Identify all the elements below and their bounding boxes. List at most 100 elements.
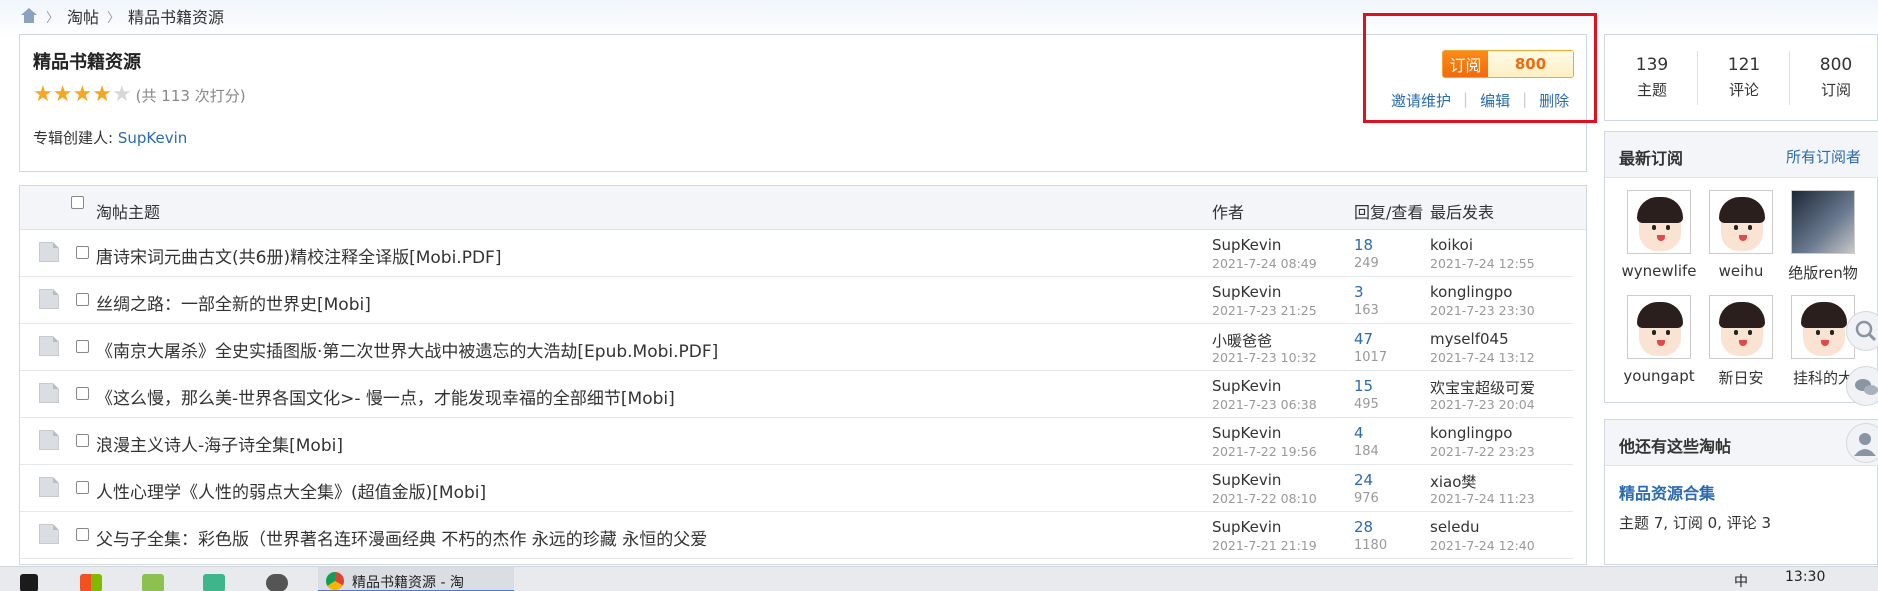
home-icon[interactable] — [20, 8, 38, 24]
app-icon[interactable] — [142, 574, 164, 591]
subscriber[interactable]: 绝版ren物 — [1783, 190, 1863, 283]
chrome-icon — [326, 572, 344, 590]
latest-subs-title: 最新订阅 — [1619, 149, 1684, 168]
chevron-right-icon: 〉 — [107, 10, 121, 26]
stat-comments: 121 评论 — [1699, 55, 1789, 100]
last-poster[interactable]: koikoi — [1430, 236, 1473, 254]
avatar[interactable] — [1627, 190, 1691, 254]
collection-link[interactable]: 精品资源合集 — [1619, 480, 1715, 504]
panel-header: 最新订阅 所有订阅者 — [1605, 132, 1878, 178]
thread-replies[interactable]: 24 — [1354, 471, 1373, 489]
last-post-date[interactable]: 2021-7-23 20:04 — [1430, 397, 1535, 412]
search-icon[interactable] — [1846, 311, 1878, 351]
thread-author[interactable]: 小暖爸爸 — [1212, 330, 1272, 351]
clock[interactable]: 13:30 — [1785, 569, 1825, 585]
other-title: 他还有这些淘帖 — [1619, 437, 1732, 456]
thread-title[interactable]: 唐诗宋词元曲古文(共6册)精校注释全译版[Mobi.PDF] — [96, 243, 501, 268]
row-checkbox[interactable] — [76, 293, 89, 306]
subscriber-name[interactable]: wynewlife — [1619, 262, 1699, 280]
thread-table: 淘帖主题 作者 回复/查看 最后发表 唐诗宋词元曲古文(共6册)精校注释全译版[… — [19, 185, 1587, 565]
doc-icon — [39, 477, 59, 497]
avatar[interactable] — [1709, 190, 1773, 254]
last-post-date[interactable]: 2021-7-24 13:12 — [1430, 350, 1535, 365]
row-checkbox[interactable] — [76, 387, 89, 400]
thread-views: 495 — [1354, 397, 1379, 412]
avatar[interactable] — [1791, 190, 1855, 254]
last-poster[interactable]: konglingpo — [1430, 424, 1512, 442]
windows-icon[interactable] — [20, 574, 38, 591]
wechat-icon[interactable] — [1846, 366, 1878, 406]
thread-date: 2021-7-22 19:56 — [1212, 444, 1317, 459]
subscriber[interactable]: weihu — [1701, 190, 1781, 280]
last-poster[interactable]: xiao樊 — [1430, 471, 1476, 492]
thread-title[interactable]: 人性心理学《人性的弱点大全集》(超值金版)[Mobi] — [96, 478, 486, 503]
all-subscribers-link[interactable]: 所有订阅者 — [1786, 146, 1861, 167]
row-checkbox[interactable] — [76, 246, 89, 259]
thread-views: 249 — [1354, 256, 1379, 271]
stat-label: 评论 — [1728, 81, 1759, 99]
last-post-date[interactable]: 2021-7-24 12:40 — [1430, 538, 1535, 553]
row-checkbox[interactable] — [76, 528, 89, 541]
doc-icon — [39, 430, 59, 450]
stat-number: 139 — [1635, 55, 1669, 75]
select-all-checkbox[interactable] — [71, 196, 84, 209]
thread-replies[interactable]: 15 — [1354, 377, 1373, 395]
thread-author[interactable]: SupKevin — [1212, 471, 1281, 489]
app-icon[interactable] — [203, 574, 225, 591]
creator-link[interactable]: SupKevin — [118, 129, 187, 147]
thread-replies[interactable]: 3 — [1354, 283, 1364, 301]
thread-replies[interactable]: 28 — [1354, 518, 1373, 536]
thread-title[interactable]: 丝绸之路：一部全新的世界史[Mobi] — [96, 290, 371, 315]
last-post-date[interactable]: 2021-7-24 12:55 — [1430, 256, 1535, 271]
subscriber-name[interactable]: 新日安 — [1701, 367, 1781, 388]
thread-title[interactable]: 父与子全集：彩色版（世界著名连环漫画经典 不朽的杰作 永远的珍藏 永恒的父爱 — [96, 525, 707, 550]
app-icon[interactable] — [80, 574, 102, 591]
subscriber-name[interactable]: weihu — [1701, 262, 1781, 280]
chrome-tab[interactable]: 精品书籍资源 - 淘 — [318, 567, 514, 591]
row-checkbox[interactable] — [76, 481, 89, 494]
last-poster[interactable]: konglingpo — [1430, 283, 1512, 301]
thread-title[interactable]: 浪漫主义诗人-海子诗全集[Mobi] — [96, 431, 343, 456]
subscriber[interactable]: wynewlife — [1619, 190, 1699, 280]
thread-title[interactable]: 《这么慢，那么美-世界各国文化>- 慢一点，才能发现幸福的全部细节[Mobi] — [96, 384, 675, 409]
avatar[interactable] — [1627, 295, 1691, 359]
last-poster[interactable]: myself045 — [1430, 330, 1509, 348]
thread-replies[interactable]: 18 — [1354, 236, 1373, 254]
thread-author[interactable]: SupKevin — [1212, 377, 1281, 395]
thread-title[interactable]: 《南京大屠杀》全史实插图版·第二次世界大战中被遗忘的大浩劫[Epub.Mobi.… — [96, 337, 718, 362]
doc-icon — [39, 383, 59, 403]
last-post-date[interactable]: 2021-7-23 23:30 — [1430, 303, 1535, 318]
thread-replies[interactable]: 4 — [1354, 424, 1364, 442]
last-poster[interactable]: 欢宝宝超级可爱 — [1430, 377, 1535, 398]
row-checkbox[interactable] — [76, 340, 89, 353]
row-checkbox[interactable] — [76, 434, 89, 447]
subscriber[interactable]: youngapt — [1619, 295, 1699, 385]
subscriber[interactable]: 新日安 — [1701, 295, 1781, 388]
last-post-date[interactable]: 2021-7-22 23:23 — [1430, 444, 1535, 459]
thread-replies[interactable]: 47 — [1354, 330, 1373, 348]
panel-header: 他还有这些淘帖 — [1605, 420, 1878, 466]
rating: ★ ★ ★ ★ ★ (共 113 次打分) — [33, 84, 246, 106]
thread-date: 2021-7-23 21:25 — [1212, 303, 1317, 318]
table-row: 父与子全集：彩色版（世界著名连环漫画经典 不朽的杰作 永远的珍藏 永恒的父爱 S… — [20, 512, 1573, 559]
divider — [1697, 51, 1698, 105]
latest-subscribers-panel: 最新订阅 所有订阅者 wynewlife weihu 绝版ren物 younga… — [1604, 131, 1878, 403]
app-icon[interactable] — [266, 574, 288, 591]
last-poster[interactable]: seledu — [1430, 518, 1479, 536]
breadcrumb-item-current[interactable]: 精品书籍资源 — [128, 4, 224, 28]
stat-label: 订阅 — [1820, 81, 1851, 99]
thread-author[interactable]: SupKevin — [1212, 283, 1281, 301]
subscriber-name[interactable]: youngapt — [1619, 367, 1699, 385]
thread-date: 2021-7-21 21:19 — [1212, 538, 1317, 553]
subscriber-name[interactable]: 绝版ren物 — [1783, 262, 1863, 283]
thread-author[interactable]: SupKevin — [1212, 236, 1281, 254]
user-icon[interactable] — [1846, 423, 1878, 463]
table-row: 丝绸之路：一部全新的世界史[Mobi] SupKevin 2021-7-23 2… — [20, 277, 1573, 324]
avatar[interactable] — [1709, 295, 1773, 359]
last-post-date[interactable]: 2021-7-24 11:23 — [1430, 491, 1535, 506]
ime-indicator[interactable]: 中 — [1734, 571, 1748, 591]
thread-author[interactable]: SupKevin — [1212, 424, 1281, 442]
breadcrumb-item-taotie[interactable]: 淘帖 — [67, 4, 99, 28]
star-empty-icon: ★ — [111, 82, 132, 107]
thread-author[interactable]: SupKevin — [1212, 518, 1281, 536]
